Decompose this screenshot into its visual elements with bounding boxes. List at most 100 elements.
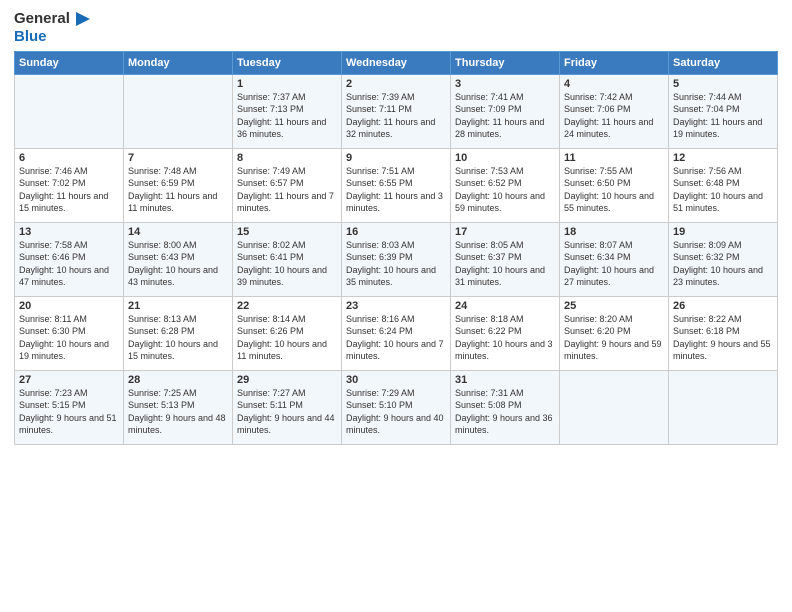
weekday-saturday: Saturday — [669, 52, 778, 75]
day-info: Sunrise: 7:42 AM Sunset: 7:06 PM Dayligh… — [564, 91, 664, 140]
day-number: 20 — [19, 300, 119, 312]
day-cell: 10Sunrise: 7:53 AM Sunset: 6:52 PM Dayli… — [451, 149, 560, 223]
day-number: 11 — [564, 152, 664, 164]
day-info: Sunrise: 8:09 AM Sunset: 6:32 PM Dayligh… — [673, 239, 773, 288]
logo: General Blue — [14, 10, 90, 45]
day-number: 30 — [346, 374, 446, 386]
day-cell: 2Sunrise: 7:39 AM Sunset: 7:11 PM Daylig… — [342, 75, 451, 149]
day-info: Sunrise: 7:56 AM Sunset: 6:48 PM Dayligh… — [673, 165, 773, 214]
day-number: 6 — [19, 152, 119, 164]
day-number: 8 — [237, 152, 337, 164]
day-info: Sunrise: 8:14 AM Sunset: 6:26 PM Dayligh… — [237, 313, 337, 362]
day-cell: 30Sunrise: 7:29 AM Sunset: 5:10 PM Dayli… — [342, 371, 451, 445]
day-number: 25 — [564, 300, 664, 312]
day-info: Sunrise: 7:27 AM Sunset: 5:11 PM Dayligh… — [237, 387, 337, 436]
day-number: 15 — [237, 226, 337, 238]
main-container: General Blue SundayMondayTuesdayWednesda… — [0, 0, 792, 451]
day-number: 2 — [346, 78, 446, 90]
day-cell: 31Sunrise: 7:31 AM Sunset: 5:08 PM Dayli… — [451, 371, 560, 445]
day-cell: 21Sunrise: 8:13 AM Sunset: 6:28 PM Dayli… — [124, 297, 233, 371]
day-cell: 9Sunrise: 7:51 AM Sunset: 6:55 PM Daylig… — [342, 149, 451, 223]
day-cell: 28Sunrise: 7:25 AM Sunset: 5:13 PM Dayli… — [124, 371, 233, 445]
weekday-monday: Monday — [124, 52, 233, 75]
day-info: Sunrise: 8:05 AM Sunset: 6:37 PM Dayligh… — [455, 239, 555, 288]
day-cell — [15, 75, 124, 149]
weekday-header-row: SundayMondayTuesdayWednesdayThursdayFrid… — [15, 52, 778, 75]
day-info: Sunrise: 7:55 AM Sunset: 6:50 PM Dayligh… — [564, 165, 664, 214]
day-info: Sunrise: 7:49 AM Sunset: 6:57 PM Dayligh… — [237, 165, 337, 214]
week-row-2: 6Sunrise: 7:46 AM Sunset: 7:02 PM Daylig… — [15, 149, 778, 223]
day-number: 5 — [673, 78, 773, 90]
day-number: 12 — [673, 152, 773, 164]
day-number: 1 — [237, 78, 337, 90]
day-cell: 18Sunrise: 8:07 AM Sunset: 6:34 PM Dayli… — [560, 223, 669, 297]
weekday-friday: Friday — [560, 52, 669, 75]
week-row-4: 20Sunrise: 8:11 AM Sunset: 6:30 PM Dayli… — [15, 297, 778, 371]
day-cell: 6Sunrise: 7:46 AM Sunset: 7:02 PM Daylig… — [15, 149, 124, 223]
day-info: Sunrise: 8:00 AM Sunset: 6:43 PM Dayligh… — [128, 239, 228, 288]
week-row-5: 27Sunrise: 7:23 AM Sunset: 5:15 PM Dayli… — [15, 371, 778, 445]
day-cell: 7Sunrise: 7:48 AM Sunset: 6:59 PM Daylig… — [124, 149, 233, 223]
day-cell: 22Sunrise: 8:14 AM Sunset: 6:26 PM Dayli… — [233, 297, 342, 371]
day-cell: 17Sunrise: 8:05 AM Sunset: 6:37 PM Dayli… — [451, 223, 560, 297]
day-number: 18 — [564, 226, 664, 238]
day-info: Sunrise: 7:25 AM Sunset: 5:13 PM Dayligh… — [128, 387, 228, 436]
day-info: Sunrise: 7:23 AM Sunset: 5:15 PM Dayligh… — [19, 387, 119, 436]
day-cell: 5Sunrise: 7:44 AM Sunset: 7:04 PM Daylig… — [669, 75, 778, 149]
day-info: Sunrise: 8:20 AM Sunset: 6:20 PM Dayligh… — [564, 313, 664, 362]
day-number: 19 — [673, 226, 773, 238]
logo-arrow-icon — [72, 10, 90, 28]
day-cell: 19Sunrise: 8:09 AM Sunset: 6:32 PM Dayli… — [669, 223, 778, 297]
day-cell: 23Sunrise: 8:16 AM Sunset: 6:24 PM Dayli… — [342, 297, 451, 371]
day-cell — [560, 371, 669, 445]
week-row-1: 1Sunrise: 7:37 AM Sunset: 7:13 PM Daylig… — [15, 75, 778, 149]
day-cell: 27Sunrise: 7:23 AM Sunset: 5:15 PM Dayli… — [15, 371, 124, 445]
day-number: 7 — [128, 152, 228, 164]
day-cell: 3Sunrise: 7:41 AM Sunset: 7:09 PM Daylig… — [451, 75, 560, 149]
day-info: Sunrise: 8:22 AM Sunset: 6:18 PM Dayligh… — [673, 313, 773, 362]
day-info: Sunrise: 7:58 AM Sunset: 6:46 PM Dayligh… — [19, 239, 119, 288]
day-cell: 4Sunrise: 7:42 AM Sunset: 7:06 PM Daylig… — [560, 75, 669, 149]
day-number: 22 — [237, 300, 337, 312]
day-number: 23 — [346, 300, 446, 312]
day-number: 3 — [455, 78, 555, 90]
day-number: 28 — [128, 374, 228, 386]
day-cell: 15Sunrise: 8:02 AM Sunset: 6:41 PM Dayli… — [233, 223, 342, 297]
day-info: Sunrise: 7:39 AM Sunset: 7:11 PM Dayligh… — [346, 91, 446, 140]
day-cell: 25Sunrise: 8:20 AM Sunset: 6:20 PM Dayli… — [560, 297, 669, 371]
day-cell: 26Sunrise: 8:22 AM Sunset: 6:18 PM Dayli… — [669, 297, 778, 371]
day-info: Sunrise: 8:02 AM Sunset: 6:41 PM Dayligh… — [237, 239, 337, 288]
day-number: 16 — [346, 226, 446, 238]
day-number: 13 — [19, 226, 119, 238]
day-info: Sunrise: 7:44 AM Sunset: 7:04 PM Dayligh… — [673, 91, 773, 140]
day-info: Sunrise: 8:13 AM Sunset: 6:28 PM Dayligh… — [128, 313, 228, 362]
day-cell: 13Sunrise: 7:58 AM Sunset: 6:46 PM Dayli… — [15, 223, 124, 297]
day-number: 31 — [455, 374, 555, 386]
day-cell: 14Sunrise: 8:00 AM Sunset: 6:43 PM Dayli… — [124, 223, 233, 297]
day-cell: 29Sunrise: 7:27 AM Sunset: 5:11 PM Dayli… — [233, 371, 342, 445]
day-cell — [669, 371, 778, 445]
day-cell: 1Sunrise: 7:37 AM Sunset: 7:13 PM Daylig… — [233, 75, 342, 149]
calendar-body: 1Sunrise: 7:37 AM Sunset: 7:13 PM Daylig… — [15, 75, 778, 445]
day-info: Sunrise: 8:18 AM Sunset: 6:22 PM Dayligh… — [455, 313, 555, 362]
day-info: Sunrise: 7:31 AM Sunset: 5:08 PM Dayligh… — [455, 387, 555, 436]
header: General Blue — [14, 10, 778, 45]
day-cell: 16Sunrise: 8:03 AM Sunset: 6:39 PM Dayli… — [342, 223, 451, 297]
weekday-wednesday: Wednesday — [342, 52, 451, 75]
day-number: 24 — [455, 300, 555, 312]
day-number: 29 — [237, 374, 337, 386]
day-info: Sunrise: 8:16 AM Sunset: 6:24 PM Dayligh… — [346, 313, 446, 362]
day-number: 17 — [455, 226, 555, 238]
day-info: Sunrise: 7:51 AM Sunset: 6:55 PM Dayligh… — [346, 165, 446, 214]
day-cell: 12Sunrise: 7:56 AM Sunset: 6:48 PM Dayli… — [669, 149, 778, 223]
day-number: 9 — [346, 152, 446, 164]
day-number: 26 — [673, 300, 773, 312]
day-info: Sunrise: 7:53 AM Sunset: 6:52 PM Dayligh… — [455, 165, 555, 214]
calendar-table: SundayMondayTuesdayWednesdayThursdayFrid… — [14, 51, 778, 445]
day-info: Sunrise: 7:46 AM Sunset: 7:02 PM Dayligh… — [19, 165, 119, 214]
day-number: 27 — [19, 374, 119, 386]
day-info: Sunrise: 7:48 AM Sunset: 6:59 PM Dayligh… — [128, 165, 228, 214]
day-cell: 24Sunrise: 8:18 AM Sunset: 6:22 PM Dayli… — [451, 297, 560, 371]
day-info: Sunrise: 8:11 AM Sunset: 6:30 PM Dayligh… — [19, 313, 119, 362]
weekday-thursday: Thursday — [451, 52, 560, 75]
